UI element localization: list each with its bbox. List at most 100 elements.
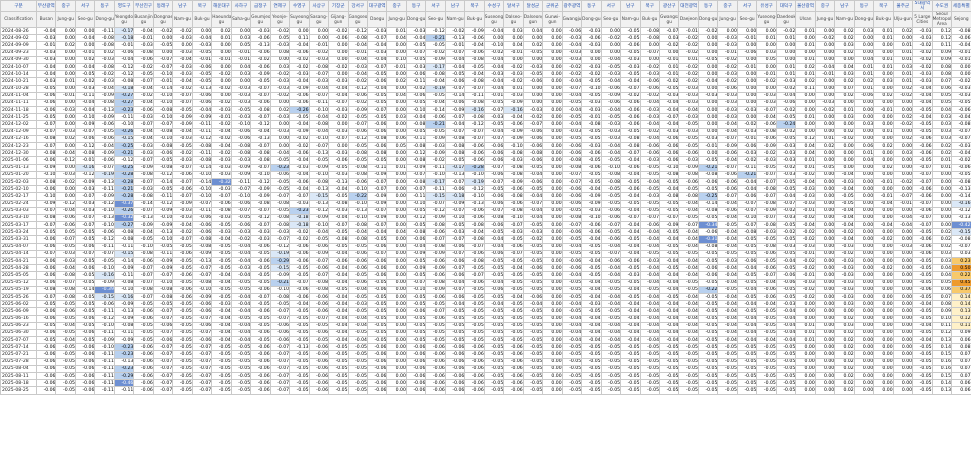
table-cell[interactable]: -0.05 bbox=[172, 336, 193, 345]
table-cell[interactable]: -0.05 bbox=[756, 364, 777, 374]
table-cell[interactable]: -0.05 bbox=[581, 177, 602, 187]
table-cell[interactable]: -0.17 bbox=[444, 163, 466, 172]
table-cell[interactable]: -0.06 bbox=[503, 386, 524, 395]
table-cell[interactable]: -0.06 bbox=[289, 177, 310, 187]
table-cell[interactable]: -0.04 bbox=[561, 300, 583, 309]
table-cell[interactable]: -0.04 bbox=[347, 285, 368, 294]
table-cell[interactable]: -0.06 bbox=[561, 228, 583, 237]
table-cell[interactable]: -0.05 bbox=[581, 379, 602, 388]
table-cell[interactable]: 0.00 bbox=[386, 98, 407, 108]
table-cell[interactable]: 0.09 bbox=[931, 307, 953, 316]
table-cell[interactable]: -0.05 bbox=[756, 328, 777, 338]
table-cell[interactable]: -0.05 bbox=[172, 364, 193, 374]
table-cell[interactable]: -0.04 bbox=[717, 264, 738, 273]
table-cell[interactable]: -0.02 bbox=[834, 134, 855, 144]
table-cell[interactable]: 0.05 bbox=[386, 141, 407, 151]
table-cell[interactable]: -0.05 bbox=[581, 343, 602, 352]
table-cell[interactable]: 0.00 bbox=[55, 55, 76, 64]
table-cell[interactable]: 0.00 bbox=[853, 206, 875, 215]
table-cell[interactable]: -0.06 bbox=[522, 156, 544, 165]
table-cell[interactable]: -0.06 bbox=[35, 328, 57, 338]
table-cell[interactable]: -0.07 bbox=[561, 84, 583, 93]
table-cell[interactable]: -0.03 bbox=[269, 84, 291, 93]
table-cell[interactable]: 0.00 bbox=[814, 149, 836, 158]
row-date[interactable]: 2025-04-28 bbox=[0, 264, 37, 273]
table-cell[interactable]: -0.03 bbox=[834, 271, 855, 280]
table-cell[interactable]: 0.00 bbox=[152, 48, 174, 57]
table-cell[interactable]: 0.00 bbox=[834, 98, 855, 108]
table-cell[interactable]: 0.00 bbox=[814, 113, 836, 122]
table-cell[interactable]: -0.07 bbox=[912, 199, 933, 208]
table-cell[interactable]: -0.07 bbox=[561, 177, 583, 187]
table-cell[interactable]: -0.08 bbox=[697, 206, 719, 215]
table-cell[interactable]: 0.00 bbox=[55, 113, 76, 122]
table-cell[interactable]: 0.00 bbox=[853, 278, 875, 287]
table-cell[interactable]: -0.04 bbox=[639, 307, 661, 316]
table-cell[interactable]: -0.07 bbox=[133, 278, 154, 287]
table-cell[interactable]: -0.04 bbox=[697, 77, 719, 86]
table-cell[interactable]: 0.00 bbox=[834, 141, 855, 151]
table-cell[interactable]: -0.12 bbox=[74, 170, 96, 179]
table-cell[interactable]: -0.04 bbox=[269, 149, 291, 158]
table-cell[interactable]: 0.00 bbox=[386, 386, 407, 395]
table-cell[interactable]: 0.00 bbox=[892, 170, 914, 179]
table-cell[interactable]: -0.06 bbox=[230, 127, 252, 136]
table-cell[interactable]: -0.05 bbox=[697, 371, 719, 381]
table-cell[interactable]: -0.08 bbox=[35, 149, 57, 158]
table-cell[interactable]: -0.03 bbox=[834, 242, 855, 251]
table-cell[interactable]: -0.06 bbox=[561, 26, 583, 36]
table-cell[interactable]: -0.04 bbox=[230, 321, 252, 330]
table-cell[interactable]: -0.18 bbox=[444, 192, 466, 201]
table-cell[interactable]: -0.08 bbox=[152, 106, 174, 115]
table-cell[interactable]: -0.03 bbox=[756, 98, 777, 108]
table-cell[interactable]: -0.07 bbox=[191, 343, 213, 352]
table-cell[interactable]: -0.06 bbox=[444, 379, 466, 388]
table-cell[interactable]: -0.09 bbox=[113, 314, 135, 323]
table-cell[interactable]: -0.02 bbox=[795, 213, 816, 223]
table-cell[interactable]: -0.04 bbox=[328, 84, 349, 93]
table-cell[interactable]: -0.01 bbox=[717, 48, 738, 57]
table-cell[interactable]: -0.11 bbox=[308, 98, 330, 108]
table-cell[interactable]: -0.06 bbox=[347, 256, 368, 266]
table-cell[interactable]: 0.00 bbox=[795, 379, 816, 388]
table-cell[interactable]: -0.06 bbox=[912, 235, 933, 244]
table-cell[interactable]: 0.16 bbox=[931, 357, 953, 366]
table-cell[interactable]: 0.12 bbox=[931, 328, 953, 338]
table-cell[interactable]: -0.19 bbox=[425, 84, 446, 93]
table-cell[interactable]: -0.05 bbox=[289, 264, 310, 273]
table-cell[interactable]: 0.00 bbox=[814, 177, 836, 187]
table-cell[interactable]: 0.01 bbox=[795, 328, 816, 338]
table-cell[interactable]: -0.01 bbox=[756, 70, 777, 79]
table-cell[interactable]: -0.06 bbox=[483, 199, 505, 208]
table-cell[interactable]: -0.07 bbox=[425, 199, 446, 208]
table-cell[interactable]: -0.05 bbox=[658, 206, 680, 215]
table-cell[interactable]: -0.03 bbox=[522, 106, 544, 115]
table-cell[interactable]: 0.00 bbox=[873, 84, 894, 93]
table-cell[interactable]: -0.09 bbox=[503, 127, 524, 136]
table-cell[interactable]: -0.06 bbox=[697, 177, 719, 187]
table-cell[interactable]: 0.02 bbox=[834, 357, 855, 366]
table-cell[interactable]: -0.10 bbox=[250, 170, 271, 179]
table-cell[interactable]: -0.08 bbox=[152, 141, 174, 151]
table-cell[interactable]: -0.05 bbox=[912, 343, 933, 352]
table-cell[interactable]: -0.04 bbox=[678, 264, 699, 273]
table-cell[interactable]: -0.05 bbox=[464, 336, 485, 345]
table-cell[interactable]: 0.04 bbox=[386, 91, 407, 100]
table-cell[interactable]: -0.03 bbox=[328, 149, 349, 158]
table-cell[interactable]: -0.04 bbox=[736, 300, 758, 309]
table-cell[interactable]: -0.05 bbox=[503, 328, 524, 338]
table-cell[interactable]: 0.03 bbox=[892, 62, 914, 72]
table-cell[interactable]: -0.02 bbox=[269, 26, 291, 36]
table-cell[interactable]: -0.10 bbox=[581, 213, 602, 223]
table-cell[interactable]: -0.07 bbox=[133, 264, 154, 273]
table-cell[interactable]: 0.08 bbox=[931, 62, 953, 72]
table-cell[interactable]: -0.03 bbox=[230, 228, 252, 237]
table-cell[interactable]: -0.03 bbox=[133, 141, 154, 151]
table-cell[interactable]: -0.10 bbox=[658, 163, 680, 172]
table-cell[interactable]: -0.04 bbox=[289, 156, 310, 165]
table-cell[interactable]: -0.05 bbox=[133, 336, 154, 345]
table-cell[interactable]: -0.03 bbox=[172, 206, 193, 215]
table-cell[interactable]: -0.01 bbox=[658, 55, 680, 64]
table-cell[interactable]: -0.09 bbox=[289, 127, 310, 136]
table-cell[interactable]: -0.06 bbox=[581, 34, 602, 43]
